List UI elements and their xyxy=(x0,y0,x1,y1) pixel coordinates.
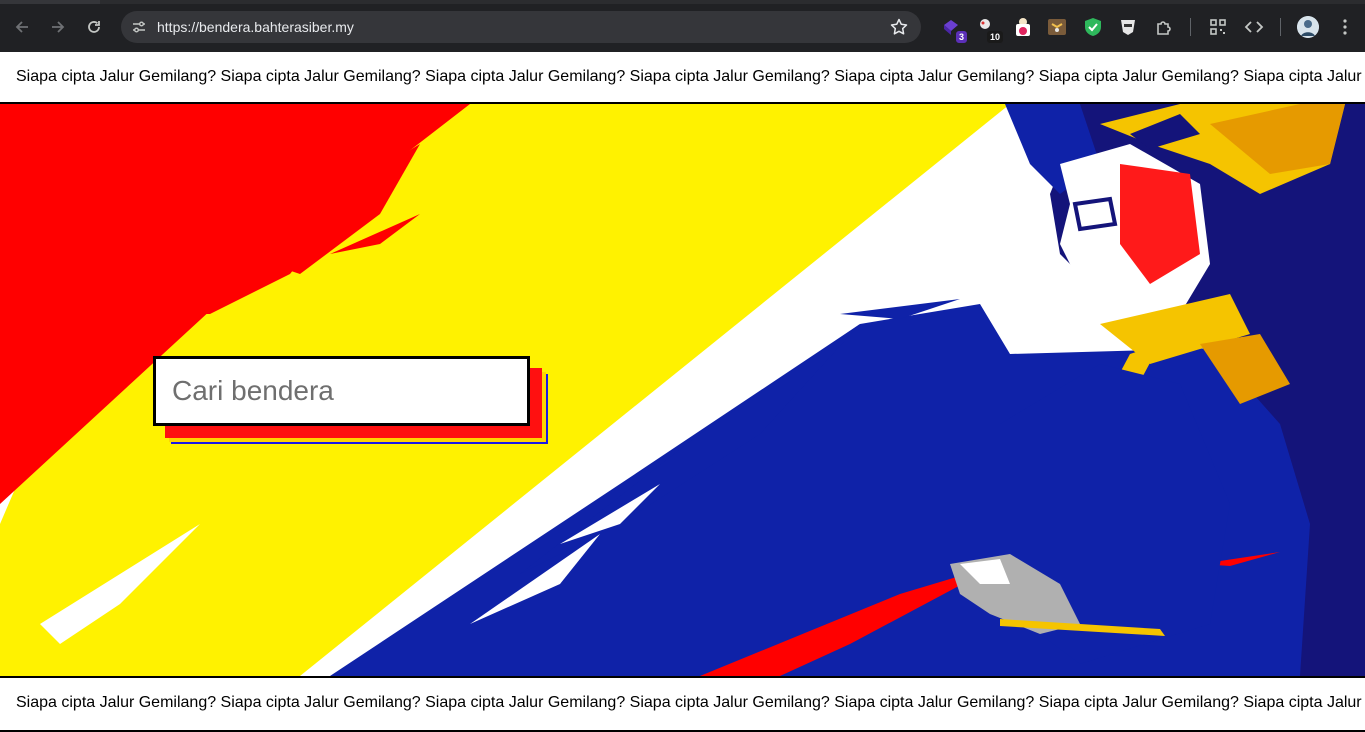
profile-avatar[interactable] xyxy=(1297,16,1319,38)
extensions-puzzle-icon[interactable] xyxy=(1153,16,1175,38)
arrow-left-icon xyxy=(15,21,28,33)
extension-badge: 3 xyxy=(954,30,968,44)
tracker-extension-icon[interactable]: 10 xyxy=(976,16,1004,44)
hero-banner xyxy=(0,104,1365,676)
back-button[interactable] xyxy=(9,14,35,40)
forward-button[interactable] xyxy=(45,14,71,40)
toolbar-separator xyxy=(1190,18,1191,36)
puzzle-purple-extension-icon[interactable]: 3 xyxy=(940,16,968,44)
extension-badge: 10 xyxy=(985,30,1004,44)
ghost-extension-icon[interactable] xyxy=(1117,16,1139,38)
popcorn-extension-icon[interactable] xyxy=(1012,16,1034,38)
bookmark-star-icon[interactable] xyxy=(889,17,909,37)
address-bar[interactable]: https://bendera.bahterasiber.my xyxy=(121,11,921,43)
qr-code-icon[interactable] xyxy=(1207,16,1229,38)
tab-strip xyxy=(0,0,1365,4)
green-shield-extension-icon[interactable] xyxy=(1082,16,1104,38)
marquee-text: Siapa cipta Jalur Gemilang? Siapa cipta … xyxy=(16,694,1365,711)
reload-icon xyxy=(88,21,100,33)
marquee-text: Siapa cipta Jalur Gemilang? Siapa cipta … xyxy=(16,68,1365,85)
tune-icon xyxy=(133,21,145,33)
more-menu-icon[interactable] xyxy=(1334,16,1356,38)
shield-bird-extension-icon[interactable] xyxy=(1046,16,1068,38)
url-text[interactable]: https://bendera.bahterasiber.my xyxy=(157,19,354,35)
search-box xyxy=(153,356,548,444)
marquee-top: Siapa cipta Jalur Gemilang? Siapa cipta … xyxy=(0,52,1365,104)
devtools-code-icon[interactable] xyxy=(1243,16,1265,38)
site-info-button[interactable] xyxy=(127,15,151,39)
toolbar-separator xyxy=(1280,18,1281,36)
active-tab-indicator xyxy=(0,0,100,4)
flag-search-input[interactable] xyxy=(153,356,530,426)
reload-button[interactable] xyxy=(81,14,107,40)
browser-toolbar: https://bendera.bahterasiber.my 3 10 xyxy=(0,0,1365,52)
marquee-bottom: Siapa cipta Jalur Gemilang? Siapa cipta … xyxy=(0,676,1365,732)
arrow-right-icon xyxy=(52,21,65,33)
